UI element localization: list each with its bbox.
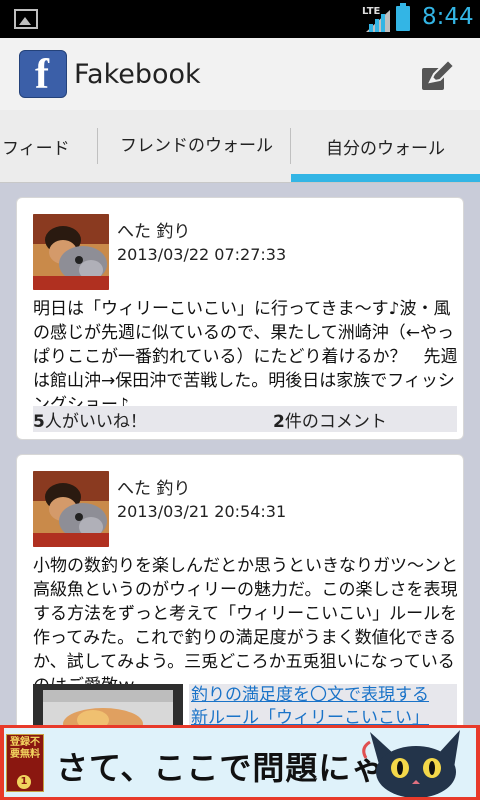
comments-count: 2	[273, 412, 285, 432]
compose-icon[interactable]	[420, 58, 456, 92]
avatar[interactable]	[33, 214, 109, 290]
ad-badge: 登録不要無料 1	[6, 734, 44, 792]
action-bar: f Fakebook	[0, 38, 480, 111]
avatar[interactable]	[33, 471, 109, 547]
tab-my-wall[interactable]: 自分のウォール	[291, 110, 480, 182]
ad-content[interactable]: 登録不要無料 1 さて、ここで問題にゃ！	[4, 728, 476, 797]
link-thumbnail[interactable]	[33, 684, 183, 725]
link-title[interactable]: 釣りの満足度を〇文で表現する 新ルール「ウィリーこいこい」	[189, 684, 457, 725]
post-timestamp: 2013/03/22 07:27:33	[117, 245, 287, 264]
comments-label: 件のコメント	[284, 412, 387, 432]
shared-link[interactable]: 釣りの満足度を〇文で表現する 新ルール「ウィリーこいこい」	[33, 684, 457, 725]
likes-count: 5	[33, 412, 45, 432]
post-body: 小物の数釣りを楽しんだとか思うといきなりガツ～ンと高級魚というのがウィリーの魅力…	[33, 556, 458, 696]
post-timestamp: 2013/03/21 20:54:31	[117, 502, 287, 521]
signal-icon	[366, 10, 390, 32]
post-body: 明日は「ウィリーこいこい」に行ってきま～す♪波・風の感じが先週に似ているので、果…	[33, 299, 458, 415]
post-stats: 5人がいいね！ 2件のコメント	[33, 406, 457, 432]
link-title-line[interactable]: 釣りの満足度を〇文で表現する	[189, 684, 457, 707]
likes-label: 人がいいね！	[44, 412, 147, 432]
status-bar: LTE 8:44	[0, 0, 480, 38]
wall-feed[interactable]: へた 釣り 2013/03/22 07:27:33 明日は「ウィリーこいこい」に…	[0, 182, 480, 725]
app-logo-icon[interactable]: f	[19, 50, 67, 98]
post-card[interactable]: へた 釣り 2013/03/22 07:27:33 明日は「ウィリーこいこい」に…	[16, 197, 464, 440]
cat-mascot-icon	[362, 730, 460, 797]
post-author[interactable]: へた 釣り	[117, 474, 190, 499]
ad-banner[interactable]: 登録不要無料 1 さて、ここで問題にゃ！	[0, 725, 480, 800]
likes-link[interactable]: 5人がいいね！	[33, 407, 147, 432]
app-title: Fakebook	[74, 59, 201, 90]
tab-friend-wall[interactable]: フレンドのウォール	[98, 110, 290, 182]
gallery-notification-icon	[14, 9, 38, 29]
selected-tab-indicator	[291, 174, 480, 182]
post-card[interactable]: へた 釣り 2013/03/21 20:54:31 小物の数釣りを楽しんだとか思…	[16, 454, 464, 725]
ad-badge-number: 1	[17, 775, 31, 789]
post-author[interactable]: へた 釣り	[117, 217, 190, 242]
status-clock: 8:44	[422, 4, 474, 30]
battery-icon	[396, 3, 410, 31]
tab-feed[interactable]: フィード	[0, 110, 98, 182]
link-title-line[interactable]: 新ルール「ウィリーこいこい」	[189, 707, 457, 725]
ad-badge-text: 登録不要無料	[10, 737, 40, 760]
comments-link[interactable]: 2件のコメント	[273, 407, 387, 432]
tab-bar: フィード フレンドのウォール 自分のウォール	[0, 110, 480, 183]
